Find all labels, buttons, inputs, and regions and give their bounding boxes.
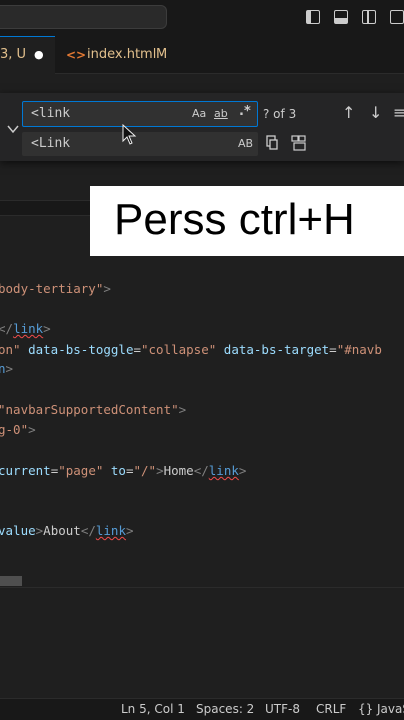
match-case-icon[interactable]: Aa [192,107,206,120]
html-file-icon: <> [66,48,87,62]
regex-icon[interactable]: .* [239,104,251,119]
next-match-arrow-icon[interactable]: ↓ [369,103,382,122]
horizontal-scrollbar[interactable] [0,576,22,586]
match-whole-word-icon[interactable]: ab [214,107,228,120]
replace-input-value: <Link [31,136,71,151]
code-line: on" data-bs-toggle="collapse" data-bs-ta… [0,342,382,357]
code-line: "navbarSupportedContent"> [0,402,187,417]
status-eol[interactable]: CRLF [316,702,346,716]
code-line: g-0"> [0,422,36,437]
toggle-replace-chevron-icon[interactable] [7,124,19,134]
customize-layout-icon[interactable] [390,10,404,24]
replace-all-icon[interactable] [291,135,307,151]
caption-text: Perss ctrl+H [114,195,355,244]
tab-bar [0,36,404,74]
command-center[interactable] [0,5,167,29]
replace-one-icon[interactable] [265,135,279,151]
status-encoding[interactable]: UTF-8 [265,702,300,716]
status-cursor-position[interactable]: Ln 5, Col 1 [121,702,185,716]
tab-index-html-label[interactable]: index.html [87,36,156,74]
tab-active-label: 3, U [0,47,27,62]
code-line: body-tertiary"> [0,281,111,296]
code-line: n> [0,361,14,376]
panel-divider [0,587,404,588]
status-language-mode[interactable]: JavaS [377,702,404,716]
toggle-primary-sidebar-icon[interactable] [306,10,320,24]
unsaved-dot-icon[interactable]: ● [34,36,44,74]
status-indentation[interactable]: Spaces: 2 [196,702,254,716]
previous-match-arrow-icon[interactable]: ↑ [342,103,355,122]
toggle-panel-icon[interactable] [334,10,348,24]
mouse-cursor-icon [122,124,137,145]
match-count: ? of 3 [263,107,297,121]
toggle-secondary-sidebar-icon[interactable] [362,10,376,24]
code-line: current="page" to="/">Home</link> [0,463,247,478]
tab-modified-badge: M [156,47,168,62]
preserve-case-icon[interactable]: AB [238,137,253,150]
find-in-selection-icon[interactable]: ≡ [393,103,404,122]
find-input-value: <link [31,106,71,121]
code-line: value>About</link> [0,523,134,538]
braces-icon[interactable]: {} [358,702,373,716]
code-line: </link> [0,321,51,336]
